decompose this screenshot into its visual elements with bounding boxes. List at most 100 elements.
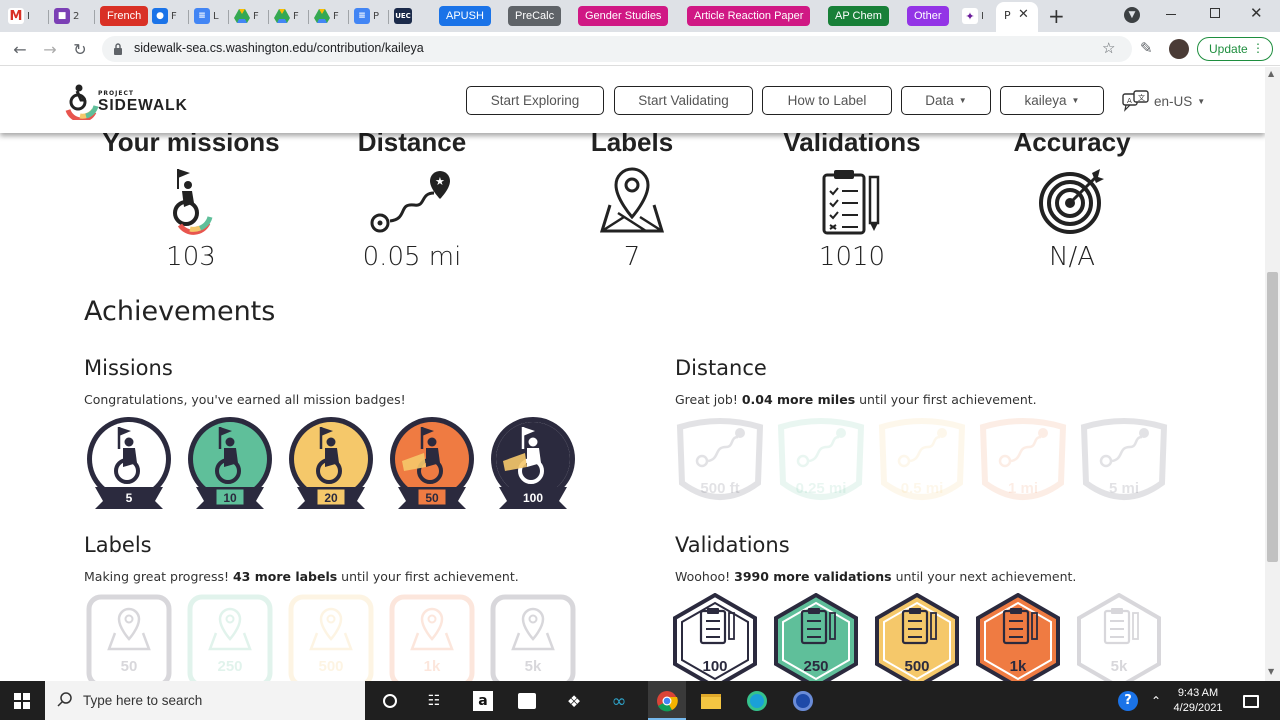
restore-icon[interactable]: [1210, 8, 1220, 18]
user-dropdown[interactable]: kaileya ▼: [1000, 86, 1104, 115]
mission-badge-4[interactable]: 50: [387, 415, 477, 511]
distance-badge-4[interactable]: 1 mi: [978, 415, 1068, 511]
validation-badge-1[interactable]: 100: [670, 593, 760, 681]
achievements-heading: Achievements: [84, 296, 276, 327]
svg-text:★: ★: [435, 175, 445, 188]
omnibox[interactable]: sidewalk-sea.cs.washington.edu/contribut…: [102, 36, 1132, 62]
tab-group-ap-chem[interactable]: AP Chem: [828, 6, 889, 26]
validation-badge-3[interactable]: 500: [872, 593, 962, 681]
tab-group-gender-studies[interactable]: Gender Studies: [578, 6, 669, 26]
start-exploring-button[interactable]: Start Exploring: [466, 86, 604, 115]
tab-docs-2[interactable]: ≡ P: [354, 5, 379, 27]
edge-icon[interactable]: [744, 688, 770, 714]
tab-drive-2[interactable]: F: [274, 5, 299, 27]
msg-bold: 43 more labels: [232, 569, 338, 584]
distance-badge-1[interactable]: 500 ft: [675, 415, 765, 511]
tab-active[interactable]: P ✕: [996, 2, 1038, 32]
distance-badge-label: 5 mi: [1109, 480, 1139, 497]
labels-map-pin-icon: [599, 167, 665, 233]
minimize-icon[interactable]: [1166, 14, 1176, 15]
windows-start-icon[interactable]: [14, 693, 30, 709]
distance-badge-5[interactable]: 5 mi: [1079, 415, 1169, 511]
validation-badge-2[interactable]: 250: [771, 593, 861, 681]
extensions-icon[interactable]: ✎: [1140, 39, 1153, 57]
arduino-icon[interactable]: ∞: [606, 688, 632, 714]
distance-badge-3[interactable]: 0.5 mi: [877, 415, 967, 511]
profile-avatar[interactable]: [1169, 39, 1189, 59]
tab-docs[interactable]: ≡ L: [194, 5, 219, 27]
label-badge-5[interactable]: 5k: [488, 593, 578, 681]
update-button[interactable]: Update ⋮: [1197, 37, 1273, 61]
tab-group-article-reaction[interactable]: Article Reaction Paper: [687, 6, 811, 26]
tab-gmail[interactable]: M 2 I: [8, 5, 30, 27]
gmail-icon: M: [8, 8, 24, 24]
app-blue-icon[interactable]: [790, 688, 816, 714]
tab-label: L: [213, 10, 219, 22]
forward-icon[interactable]: →: [38, 37, 62, 61]
project-sidewalk-logo[interactable]: PROJECT SIDEWALK: [62, 80, 187, 124]
missions-icon: [173, 169, 213, 235]
data-dropdown[interactable]: Data ▼: [901, 86, 991, 115]
tab-label: P: [373, 10, 380, 22]
tab-classroom[interactable]: ■ 2: [54, 5, 79, 27]
mission-badge-3[interactable]: 20: [286, 415, 376, 511]
tab-account[interactable]: ● F: [152, 5, 177, 27]
drive-icon: [274, 9, 290, 23]
tab-group-precalc[interactable]: PreCalc: [508, 6, 562, 26]
label-badge-4[interactable]: 1k: [387, 593, 477, 681]
help-icon[interactable]: ?: [1115, 688, 1141, 714]
label-badge-label: 250: [217, 658, 242, 675]
mission-badge-label: 10: [223, 491, 237, 505]
store-icon[interactable]: [514, 688, 540, 714]
app-icon: ✦: [962, 8, 978, 24]
close-window-icon[interactable]: ✕: [1250, 4, 1263, 22]
mission-badge-5[interactable]: 100: [488, 415, 578, 511]
mission-badge-label: 20: [324, 491, 338, 505]
chrome-taskbar-icon[interactable]: [648, 681, 686, 720]
cortana-icon[interactable]: [377, 688, 403, 714]
validation-badge-label: 100: [702, 658, 727, 675]
bookmark-star-icon[interactable]: ☆: [1102, 39, 1115, 57]
tab-group-other[interactable]: Other: [907, 6, 949, 26]
label-badge-1[interactable]: 50: [84, 593, 174, 681]
tab-search-icon[interactable]: ▼: [1124, 7, 1140, 23]
data-dropdown-label: Data: [925, 93, 954, 108]
close-tab-icon[interactable]: ✕: [1018, 7, 1029, 22]
validation-badge-4[interactable]: 1k: [973, 593, 1063, 681]
tab-group-french[interactable]: French: [100, 6, 149, 26]
amazon-icon[interactable]: a: [470, 688, 496, 714]
new-tab-button[interactable]: +: [1048, 4, 1065, 28]
label-badge-label: 5k: [525, 658, 542, 675]
tab-drive-1[interactable]: F: [234, 5, 259, 27]
tab-purple[interactable]: ✦ I: [962, 5, 984, 27]
notifications-icon[interactable]: [1238, 688, 1264, 714]
scrollbar-thumb[interactable]: [1267, 272, 1278, 562]
back-icon[interactable]: ←: [8, 37, 32, 61]
label-badge-3[interactable]: 500: [286, 593, 376, 681]
scroll-down-arrow-icon[interactable]: ▼: [1268, 667, 1274, 676]
label-badge-2[interactable]: 250: [185, 593, 275, 681]
tab-group-apush[interactable]: APUSH: [439, 6, 491, 26]
msg-text: until your first achievement.: [337, 569, 519, 584]
label-badge-label: 50: [121, 658, 138, 675]
tab-label: P: [1004, 9, 1011, 22]
tab-drive-3[interactable]: F: [314, 5, 339, 27]
stat-accuracy-value: N/A: [1049, 242, 1095, 272]
tab-separator: [388, 10, 389, 24]
taskbar-clock[interactable]: 9:43 AM 4/29/2021: [1166, 686, 1230, 716]
how-to-label-button[interactable]: How to Label: [762, 86, 892, 115]
distance-badge-2[interactable]: 0.25 mi: [776, 415, 866, 511]
task-view-icon[interactable]: ☷: [421, 688, 447, 714]
page-scrollbar[interactable]: ▲ ▼: [1265, 67, 1280, 681]
file-explorer-icon[interactable]: [698, 688, 724, 714]
start-validating-button[interactable]: Start Validating: [614, 86, 753, 115]
tab-uec[interactable]: UEC: [394, 5, 412, 27]
mission-badge-2[interactable]: 10: [185, 415, 275, 511]
scroll-up-arrow-icon[interactable]: ▲: [1268, 69, 1274, 78]
taskbar-search-box[interactable]: Type here to search: [45, 681, 365, 720]
language-selector[interactable]: A文 en-US ▼: [1122, 90, 1205, 112]
reload-icon[interactable]: ↻: [68, 37, 92, 61]
validation-badge-5[interactable]: 5k: [1074, 593, 1164, 681]
mission-badge-1[interactable]: 5: [84, 415, 174, 511]
dropbox-icon[interactable]: ❖: [561, 688, 587, 714]
